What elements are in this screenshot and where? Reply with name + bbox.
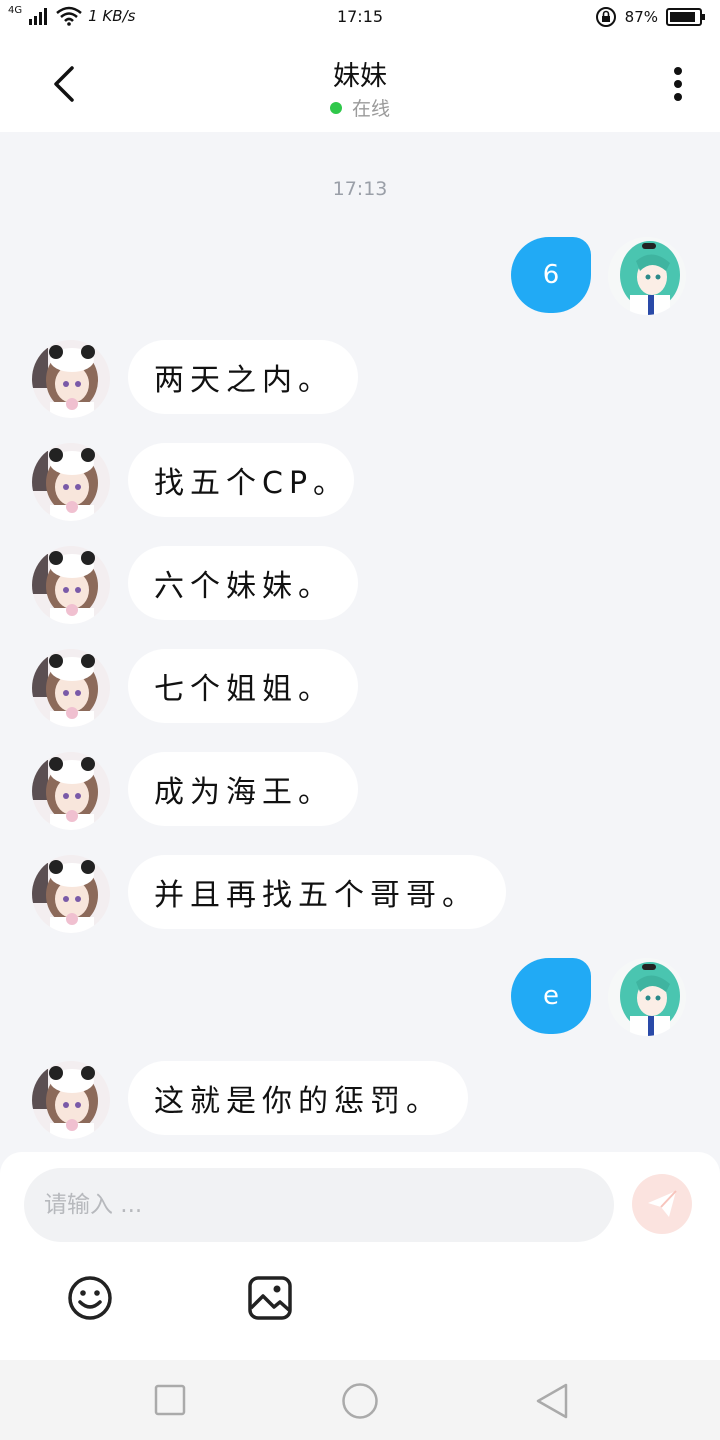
- message-bubble[interactable]: 并且再找五个哥哥。: [128, 855, 506, 929]
- online-status-label: 在线: [351, 98, 390, 120]
- battery-percent: 87%: [624, 8, 658, 26]
- message-bubble[interactable]: 找五个CP。: [128, 443, 354, 517]
- message-bubble[interactable]: 这就是你的惩罚。: [128, 1061, 468, 1135]
- message-input[interactable]: [24, 1168, 614, 1242]
- message-timestamp: 17:13: [332, 178, 388, 200]
- composer-panel: [0, 1152, 720, 1360]
- avatar-contact[interactable]: [32, 340, 110, 418]
- message-bubble[interactable]: 6: [511, 237, 591, 313]
- more-vertical-icon: [674, 67, 682, 101]
- avatar-self[interactable]: [608, 237, 686, 315]
- online-status: 在线: [0, 94, 720, 121]
- avatar-contact[interactable]: [32, 1061, 110, 1139]
- contact-name: 妹妹: [333, 61, 387, 92]
- emoji-button[interactable]: [66, 1274, 114, 1322]
- rotation-lock-icon: [595, 7, 616, 27]
- home-button[interactable]: [341, 1382, 379, 1424]
- square-icon: [154, 1384, 186, 1416]
- triangle-back-icon: [536, 1383, 568, 1419]
- status-bar: 4G 1 KB/s 17:15 87%: [0, 0, 720, 34]
- smiley-icon: [68, 1276, 112, 1320]
- system-navbar: [0, 1360, 720, 1440]
- image-icon: [248, 1276, 292, 1320]
- send-button[interactable]: [632, 1174, 692, 1234]
- online-dot-icon: [329, 102, 342, 114]
- avatar-contact[interactable]: [32, 752, 110, 830]
- send-icon: [648, 1190, 677, 1217]
- avatar-contact[interactable]: [32, 649, 110, 727]
- battery-icon: [666, 8, 705, 26]
- message-bubble[interactable]: e: [511, 958, 591, 1034]
- avatar-contact[interactable]: [32, 443, 110, 521]
- message-bubble[interactable]: 六个妹妹。: [128, 546, 358, 620]
- status-right: 87%: [595, 6, 706, 28]
- avatar-contact[interactable]: [32, 546, 110, 624]
- message-bubble[interactable]: 成为海王。: [128, 752, 358, 826]
- chat-header: 妹妹 在线: [0, 34, 720, 132]
- recents-button[interactable]: [154, 1384, 186, 1420]
- circle-icon: [342, 1383, 378, 1419]
- message-bubble[interactable]: 两天之内。: [128, 340, 358, 414]
- image-button[interactable]: [246, 1274, 294, 1322]
- more-button[interactable]: [670, 66, 686, 106]
- message-bubble[interactable]: 七个姐姐。: [128, 649, 358, 723]
- avatar-self[interactable]: [608, 958, 686, 1036]
- avatar-contact[interactable]: [32, 855, 110, 933]
- back-nav-button[interactable]: [534, 1382, 570, 1424]
